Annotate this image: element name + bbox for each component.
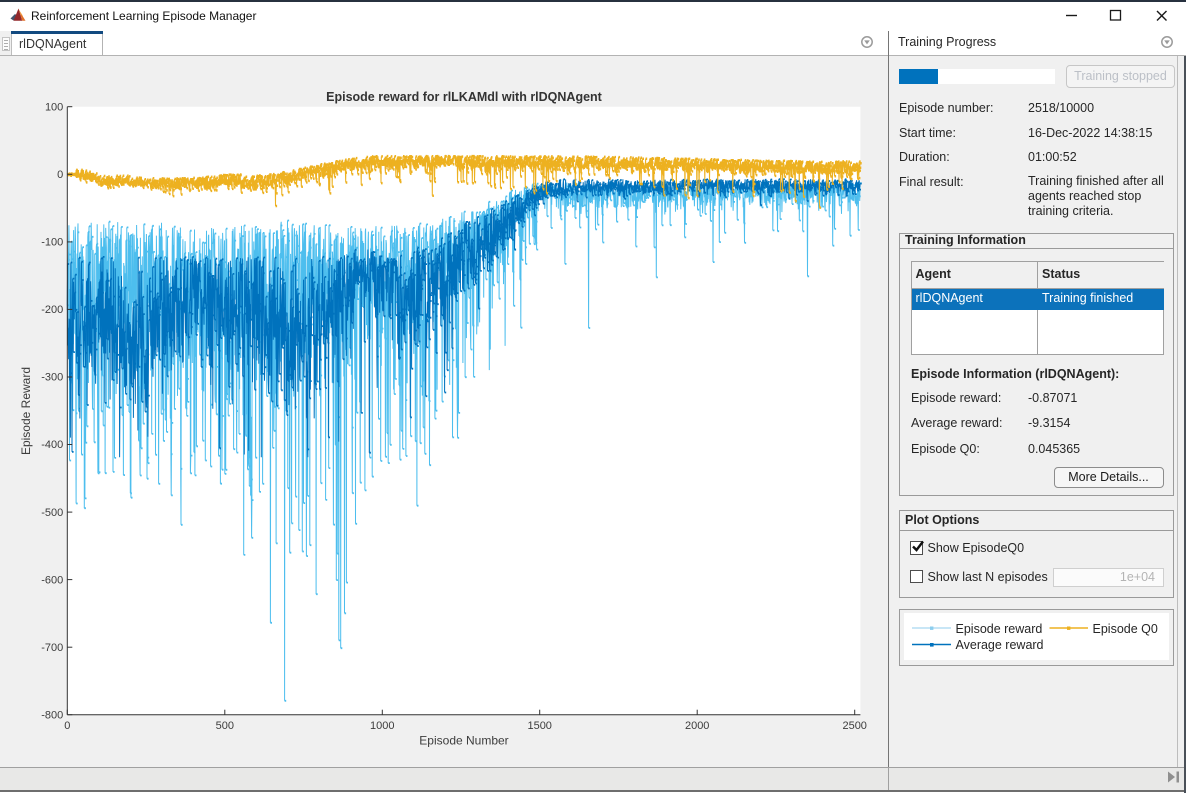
svg-text:0: 0 <box>57 169 63 181</box>
svg-text:0: 0 <box>64 720 70 732</box>
svg-text:Episode reward for rlLKAMdl wi: Episode reward for rlLKAMdl with rlDQNAg… <box>326 90 603 104</box>
svg-text:-400: -400 <box>41 439 63 451</box>
svg-text:500: 500 <box>216 720 234 732</box>
svg-text:Episode Reward: Episode Reward <box>19 367 33 455</box>
svg-text:1000: 1000 <box>370 720 394 732</box>
svg-text:-300: -300 <box>41 372 63 384</box>
svg-text:-700: -700 <box>41 642 63 654</box>
svg-text:-100: -100 <box>41 237 63 249</box>
svg-text:2500: 2500 <box>842 720 866 732</box>
svg-text:2000: 2000 <box>685 720 709 732</box>
svg-text:100: 100 <box>45 101 63 113</box>
svg-text:-500: -500 <box>41 507 63 519</box>
svg-text:-800: -800 <box>41 709 63 721</box>
svg-text:1500: 1500 <box>527 720 551 732</box>
svg-text:Episode Number: Episode Number <box>419 734 508 748</box>
svg-text:-200: -200 <box>41 304 63 316</box>
svg-text:-600: -600 <box>41 574 63 586</box>
